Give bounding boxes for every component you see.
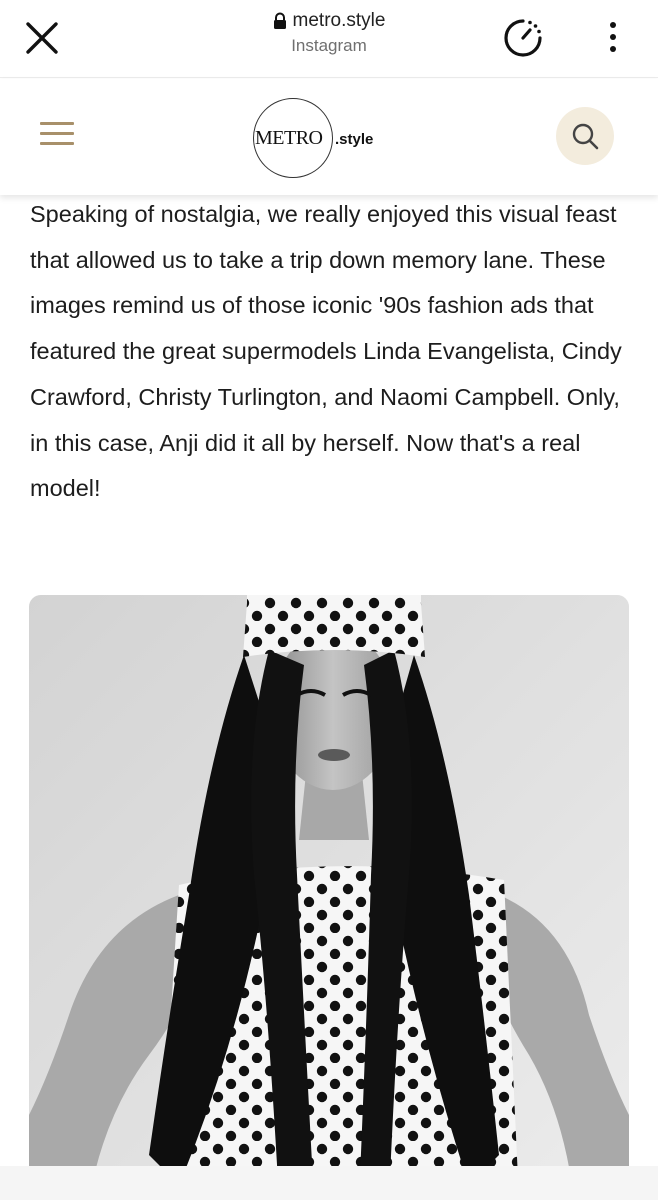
menu-button[interactable] bbox=[40, 122, 78, 150]
site-logo[interactable]: METRO .style bbox=[253, 97, 373, 179]
logo-suffix-text: .style bbox=[335, 131, 374, 148]
url-text: metro.style bbox=[292, 10, 386, 31]
timer-button[interactable] bbox=[500, 15, 546, 61]
logo-circle: METRO bbox=[253, 98, 333, 178]
article-photo bbox=[29, 595, 629, 1200]
article-paragraph: Speaking of nostalgia, we really enjoyed… bbox=[30, 201, 622, 502]
lock-icon bbox=[273, 12, 286, 29]
site-header: METRO .style bbox=[0, 79, 658, 195]
search-icon bbox=[572, 123, 599, 150]
url-block[interactable]: metro.style Instagram bbox=[0, 10, 658, 56]
more-options-button[interactable] bbox=[600, 16, 626, 60]
bottom-strip bbox=[0, 1166, 658, 1200]
in-app-browser-bar: metro.style Instagram bbox=[0, 0, 658, 78]
logo-main-text: METRO bbox=[255, 127, 323, 149]
url-subtitle: Instagram bbox=[291, 36, 367, 55]
more-vert-icon bbox=[610, 22, 616, 52]
search-button[interactable] bbox=[556, 107, 614, 165]
menu-icon bbox=[40, 122, 78, 145]
model-portrait-illustration bbox=[29, 595, 629, 1200]
timer-icon bbox=[504, 19, 542, 57]
